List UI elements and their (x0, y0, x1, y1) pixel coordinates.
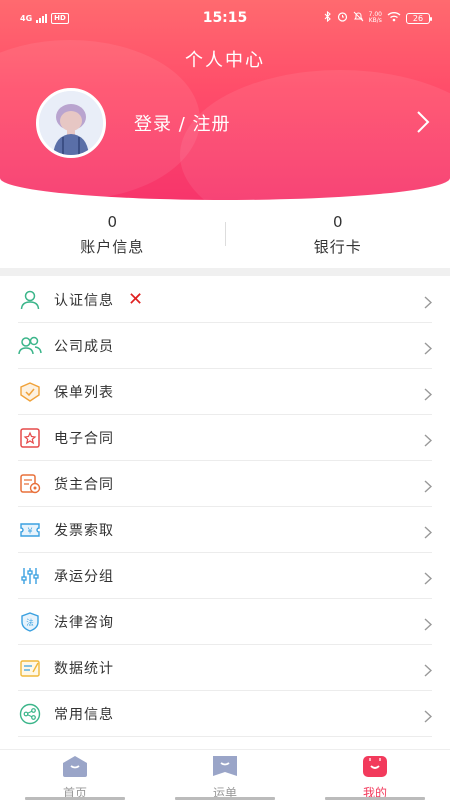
account-info-value: 0 (107, 212, 118, 231)
chevron-right-icon (424, 524, 433, 543)
bank-card-value: 0 (332, 212, 343, 231)
section-divider (0, 268, 450, 276)
login-register-label[interactable]: 登录 / 注册 (134, 110, 231, 136)
chevron-right-icon (424, 432, 433, 451)
mute-icon (353, 11, 364, 25)
tab-mine[interactable]: 我的 (300, 750, 450, 800)
menu-item-carrier-groups[interactable]: 承运分组 (0, 553, 450, 599)
e-contract-icon (18, 426, 42, 450)
bank-card-stat[interactable]: 0 银行卡 (226, 212, 450, 257)
chevron-right-icon (424, 340, 433, 359)
law-shield-icon: 法 (18, 610, 42, 634)
menu-label: 认证信息 (54, 293, 114, 309)
unverified-x-icon: ✕ (128, 289, 144, 310)
svg-text:¥: ¥ (27, 527, 32, 536)
bottom-tab-bar: 首页 运单 我的 (0, 749, 450, 800)
shipper-contract-icon (18, 472, 42, 496)
policy-shield-icon (18, 380, 42, 404)
default-avatar-icon (39, 91, 103, 155)
menu-list: 认证信息 ✕ 公司成员 保单列表 电子合同 货主合同 ¥ 发票索取 承运分组 法… (0, 277, 450, 737)
home-tab-icon (60, 754, 90, 782)
chevron-right-icon (424, 708, 433, 727)
menu-item-company-members[interactable]: 公司成员 (0, 323, 450, 369)
menu-label: 保单列表 (54, 385, 114, 401)
menu-label: 承运分组 (54, 569, 114, 585)
chevron-right-icon (424, 570, 433, 589)
menu-label: 货主合同 (54, 477, 114, 493)
chevron-right-icon (424, 478, 433, 497)
page-title: 个人中心 (185, 50, 265, 71)
chevron-right-icon (424, 386, 433, 405)
login-register-row[interactable]: 登录 / 注册 (36, 88, 430, 158)
group-icon (18, 334, 42, 358)
sliders-icon (18, 564, 42, 588)
menu-label: 法律咨询 (54, 615, 114, 631)
svg-text:法: 法 (26, 617, 34, 627)
menu-label: 电子合同 (54, 431, 114, 447)
chevron-right-icon[interactable] (416, 110, 430, 138)
network-speed: 7.00 KB/s (369, 12, 382, 24)
avatar[interactable] (36, 88, 106, 158)
profile-screen: 4G HD 15:15 7.00 KB/s 26 个人中心 登录 / 注册 0 … (0, 0, 450, 800)
share-icon (18, 702, 42, 726)
menu-label: 发票索取 (54, 523, 114, 539)
bluetooth-icon (324, 10, 332, 25)
person-icon (18, 288, 42, 312)
profile-tab-icon (360, 754, 390, 782)
tab-waybill[interactable]: 运单 (150, 750, 300, 800)
menu-item-invoice-request[interactable]: ¥ 发票索取 (0, 507, 450, 553)
profile-header: 4G HD 15:15 7.00 KB/s 26 个人中心 登录 / 注册 (0, 0, 450, 200)
speed-unit: KB/s (368, 17, 382, 24)
status-bar: 4G HD 15:15 7.00 KB/s 26 (0, 0, 450, 36)
waybill-tab-icon (210, 754, 240, 782)
account-info-stat[interactable]: 0 账户信息 (0, 212, 225, 257)
menu-item-common-info[interactable]: 常用信息 (0, 691, 450, 737)
wifi-icon (387, 11, 401, 25)
menu-item-e-contract[interactable]: 电子合同 (0, 415, 450, 461)
menu-item-shipper-contract[interactable]: 货主合同 (0, 461, 450, 507)
chevron-right-icon (424, 662, 433, 681)
menu-label: 常用信息 (54, 707, 114, 723)
menu-item-data-statistics[interactable]: 数据统计 (0, 645, 450, 691)
account-info-label: 账户信息 (80, 237, 145, 256)
menu-item-policy-list[interactable]: 保单列表 (0, 369, 450, 415)
menu-item-legal-consult[interactable]: 法 法律咨询 (0, 599, 450, 645)
account-stats: 0 账户信息 0 银行卡 (0, 200, 450, 268)
menu-item-verification[interactable]: 认证信息 ✕ (0, 277, 450, 323)
battery-icon: 26 (406, 12, 432, 24)
alarm-icon (337, 11, 348, 25)
bank-card-label: 银行卡 (313, 237, 362, 256)
statistics-icon (18, 656, 42, 680)
menu-label: 数据统计 (54, 661, 114, 677)
tab-home[interactable]: 首页 (0, 750, 150, 800)
chevron-right-icon (424, 294, 433, 313)
status-right: 7.00 KB/s 26 (324, 10, 432, 25)
invoice-icon: ¥ (18, 518, 42, 542)
menu-label: 公司成员 (54, 339, 114, 355)
chevron-right-icon (424, 616, 433, 635)
